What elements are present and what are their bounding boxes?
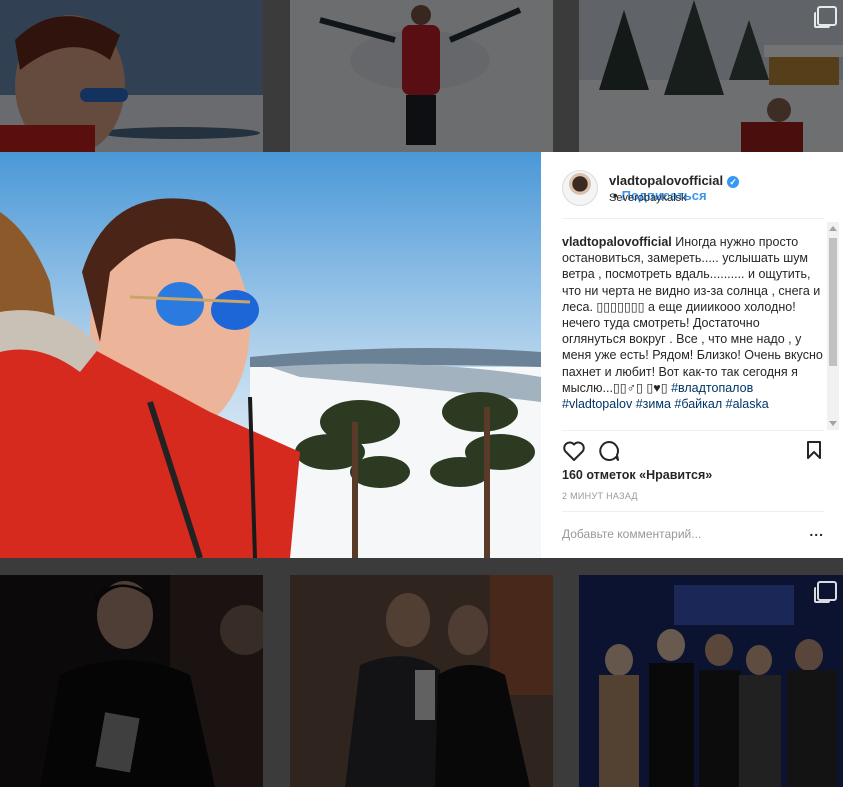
verified-badge-icon: ✓ <box>727 175 740 188</box>
grid-thumb-2[interactable] <box>290 0 553 152</box>
comment-bubble-icon[interactable] <box>598 440 620 462</box>
grid-thumb-3-overlay <box>579 0 843 152</box>
save-bookmark-icon[interactable] <box>806 440 822 460</box>
hashtag-link[interactable]: #alaska <box>726 397 769 411</box>
post-sidebar: vladtopalovofficial ✓• Подписаться Severob… <box>541 152 843 558</box>
like-heart-icon[interactable] <box>562 440 586 462</box>
grid-thumb-6[interactable] <box>579 575 843 787</box>
comment-box: Добавьте комментарий... ... <box>562 511 824 558</box>
comment-input[interactable]: Добавьте комментарий... <box>562 527 701 541</box>
caption-scrollbar[interactable] <box>827 222 839 430</box>
grid-thumb-4-overlay <box>0 575 263 787</box>
scroll-up-arrow-icon[interactable] <box>829 226 837 231</box>
post-photo[interactable] <box>0 152 541 558</box>
grid-thumb-2-overlay <box>290 0 553 152</box>
grid-thumb-4[interactable] <box>0 575 263 787</box>
hashtag-link[interactable]: #vladtopalov <box>562 397 632 411</box>
grid-thumb-1-overlay <box>0 0 263 152</box>
hashtag-link[interactable]: #владтопалов <box>671 381 753 395</box>
hashtag-link[interactable]: #байкал <box>674 397 722 411</box>
more-options-button[interactable]: ... <box>809 523 824 539</box>
hashtag-link[interactable]: #зима <box>636 397 671 411</box>
post-photo-image <box>0 152 541 558</box>
multiple-photos-icon <box>814 581 837 603</box>
caption-username[interactable]: vladtopalovofficial <box>562 235 672 249</box>
grid-thumb-3[interactable] <box>579 0 843 152</box>
post-header: vladtopalovofficial ✓• Подписаться Severob… <box>562 168 824 219</box>
scrollbar-thumb[interactable] <box>829 238 837 366</box>
grid-thumb-1[interactable] <box>0 0 263 152</box>
avatar[interactable] <box>562 170 598 206</box>
grid-thumb-5[interactable] <box>290 575 553 787</box>
post-actions <box>562 430 824 471</box>
post-caption: vladtopalovofficial Иногда нужно просто … <box>562 234 824 424</box>
post-modal: vladtopalovofficial ✓• Подписаться Severob… <box>0 152 843 558</box>
author-username[interactable]: vladtopalovofficial <box>609 173 723 188</box>
location-link[interactable]: Severobaykalsk <box>609 192 687 204</box>
likes-count[interactable]: 160 отметок «Нравится» <box>562 468 712 482</box>
post-timestamp[interactable]: 2 МИНУТ НАЗАД <box>562 491 638 501</box>
multiple-photos-icon <box>814 6 837 28</box>
grid-thumb-5-overlay <box>290 575 553 787</box>
scroll-down-arrow-icon[interactable] <box>829 421 837 426</box>
caption-text: Иногда нужно просто остановиться, замере… <box>562 235 823 395</box>
grid-thumb-6-overlay <box>579 575 843 787</box>
